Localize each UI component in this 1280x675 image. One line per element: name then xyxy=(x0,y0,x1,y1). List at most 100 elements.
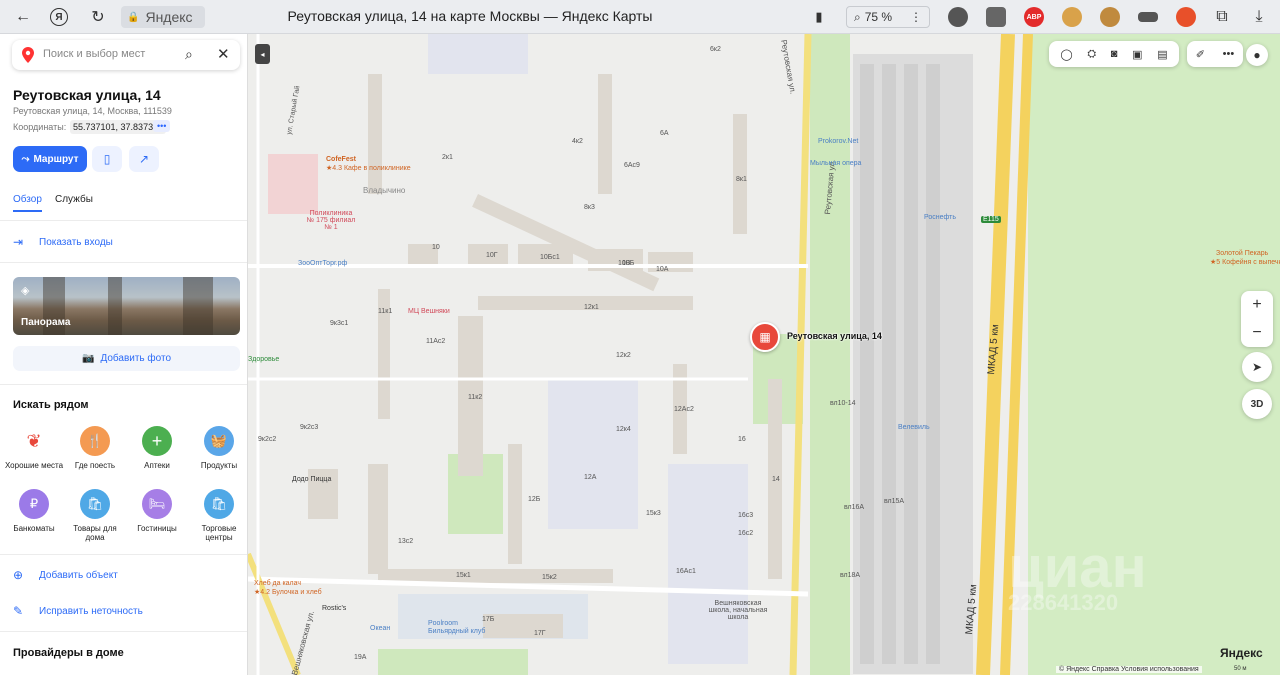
area-label: Владычино xyxy=(363,186,406,195)
nearby-label: Продукты xyxy=(200,461,238,470)
building-number: 6А xyxy=(660,130,669,137)
fix-error-link[interactable]: Исправить неточность xyxy=(39,606,143,617)
building-number: 15к3 xyxy=(646,510,661,517)
poi-school[interactable]: Вешняковская школа, начальная школа xyxy=(703,600,773,621)
extension-icon[interactable] xyxy=(1100,7,1120,27)
ruler-icon[interactable]: ✐ xyxy=(1196,48,1205,61)
extension-icon[interactable] xyxy=(1062,7,1082,27)
map-footer[interactable]: © Яндекс Справка Условия использования xyxy=(1056,666,1202,673)
poi-dodo[interactable]: Додо Пицца xyxy=(292,476,331,483)
route-icon: ⤳ xyxy=(21,153,30,165)
poi-rosneft[interactable]: Роснефть xyxy=(924,214,956,221)
close-icon[interactable]: ✕ xyxy=(217,45,230,63)
reload-icon[interactable]: ↻ xyxy=(87,6,109,28)
poi-okean[interactable]: Океан xyxy=(370,625,390,632)
nearby-malls[interactable]: 🛍 Торговые центры xyxy=(188,489,247,542)
divider xyxy=(0,262,247,263)
zoom-indicator[interactable]: ⌕ 75 % ⋮ xyxy=(846,6,930,28)
nearby-label: Гостиницы xyxy=(137,524,177,533)
shield-extension-icon[interactable] xyxy=(986,7,1006,27)
adblock-extension-icon[interactable]: ABP xyxy=(1024,7,1044,27)
menu-dots-icon[interactable]: ⋮ xyxy=(910,10,922,24)
nearby-food[interactable]: 🍴 Где поесть xyxy=(64,426,126,470)
building-number: 12Б xyxy=(528,496,541,503)
shopping-bag-icon: 🛍 xyxy=(204,489,234,519)
route-button[interactable]: ⤳ Маршрут xyxy=(13,146,87,172)
geolocation-button[interactable]: ➤ xyxy=(1242,352,1272,382)
nearby-atm[interactable]: ₽ Банкоматы xyxy=(3,489,65,533)
nearby-home-goods[interactable]: 🛍 Товары для дома xyxy=(64,489,126,542)
poi-velevil[interactable]: Велевиль xyxy=(898,424,930,431)
nearby-hotels[interactable]: 🛏 Гостиницы xyxy=(126,489,188,533)
map-pin-icon xyxy=(22,47,34,63)
poi-pekar[interactable]: Золотой Пекарь xyxy=(1216,250,1268,257)
poi-mylnaya[interactable]: Мыльная опера xyxy=(810,160,861,167)
camera-layer-icon[interactable]: ◙ xyxy=(1111,48,1118,60)
zoom-in-button[interactable]: + xyxy=(1252,296,1261,314)
poi-mc-veshnyaki[interactable]: МЦ Вешняки xyxy=(408,308,450,315)
account-avatar[interactable]: ● xyxy=(1246,44,1268,66)
divider xyxy=(0,554,247,555)
extension-icon[interactable] xyxy=(1138,12,1158,22)
poi-zoopttorg[interactable]: ЗооОптТорг.рф xyxy=(298,260,347,267)
add-object-link[interactable]: Добавить объект xyxy=(39,570,118,581)
search-box[interactable]: Поиск и выбор мест ⌕ ✕ xyxy=(12,40,240,70)
nearby-groceries[interactable]: 🧺 Продукты xyxy=(188,426,247,470)
nearby-pharmacy[interactable]: + Аптеки xyxy=(126,426,188,470)
yandex-logo[interactable]: Яндекс xyxy=(1220,646,1263,660)
poi-prokorov[interactable]: Prokorov.Net xyxy=(818,138,858,145)
yandex-browser-icon[interactable]: Я xyxy=(50,8,68,26)
extension-icon[interactable] xyxy=(948,7,968,27)
nearby-label: Торговые центры xyxy=(201,524,237,542)
building-number: 2к1 xyxy=(442,154,453,161)
panorama-layer-icon[interactable]: ⛭ xyxy=(1087,48,1096,61)
layers-icon[interactable]: ◯ xyxy=(1060,48,1072,61)
building-number: 16 xyxy=(738,436,746,443)
show-entrances-link[interactable]: Показать входы xyxy=(39,237,113,248)
search-input[interactable]: Поиск и выбор мест xyxy=(43,48,145,60)
zoom-out-button[interactable]: − xyxy=(1252,324,1261,342)
providers-title: Провайдеры в доме xyxy=(13,647,124,659)
map-canvas[interactable]: ◂ Владычино Реутовская ул. Реутовская ул… xyxy=(248,34,1280,675)
nearby-good-places[interactable]: ❦ Хорошие места xyxy=(3,426,65,470)
tab-overview[interactable]: Обзор xyxy=(13,194,42,212)
poi-polyclinic[interactable]: Поликлиника № 175 филиал № 1 xyxy=(306,210,356,231)
laurel-pin-icon: ❦ xyxy=(19,426,49,456)
building-number: 19А xyxy=(354,654,367,661)
coords-value[interactable]: 55.737101, 37.837372 xyxy=(70,120,167,134)
extension-icon[interactable] xyxy=(1176,7,1196,27)
divider xyxy=(0,384,247,385)
3d-button[interactable]: 3D xyxy=(1242,389,1272,419)
search-icon[interactable]: ⌕ xyxy=(185,46,193,63)
poi-poolroom[interactable]: Poolroom xyxy=(428,620,458,627)
poi-hleb[interactable]: Хлеб да калач xyxy=(254,580,301,587)
tab-services[interactable]: Службы xyxy=(55,194,93,205)
building-number: 10Г xyxy=(486,252,498,259)
download-icon[interactable]: ⤓ xyxy=(1248,6,1270,28)
selected-building-marker[interactable]: ▦ xyxy=(750,322,780,352)
add-photo-button[interactable]: 📷 Добавить фото xyxy=(13,346,240,371)
nearby-label: Хорошие места xyxy=(4,461,64,470)
poi-zdorovie[interactable]: Здоровье xyxy=(248,356,279,363)
url-bar[interactable]: 🔒 Яндекс xyxy=(121,6,205,28)
collections-icon[interactable]: ⧉ xyxy=(1211,6,1233,28)
share-button[interactable]: ↗ xyxy=(129,146,159,172)
camera-icon: 📷 xyxy=(81,353,95,364)
poi-rostics[interactable]: Rostic's xyxy=(322,605,346,612)
lock-icon: 🔒 xyxy=(127,11,140,23)
building-number: 9к2с3 xyxy=(300,424,319,431)
building-number: 16Ас1 xyxy=(676,568,696,575)
bookmark-button[interactable]: ▯ xyxy=(92,146,122,172)
nearby-title: Искать рядом xyxy=(13,399,89,411)
transport-icon[interactable]: ▣ xyxy=(1132,48,1142,61)
more-icon[interactable]: ••• xyxy=(1223,48,1235,60)
panorama-preview[interactable]: ◈ Панорама xyxy=(13,277,240,335)
coords-more-button[interactable]: ••• xyxy=(153,120,171,132)
building-number: 17Г xyxy=(534,630,546,637)
url-host: Яндекс xyxy=(145,9,193,25)
poi-cofefest[interactable]: CofeFest xyxy=(326,156,356,163)
map-type-icon[interactable]: ▤ xyxy=(1157,48,1167,61)
collapse-sidebar-button[interactable]: ◂ xyxy=(255,44,270,64)
bookmark-icon[interactable]: ▮ xyxy=(808,6,830,28)
back-icon[interactable]: ← xyxy=(12,6,34,28)
